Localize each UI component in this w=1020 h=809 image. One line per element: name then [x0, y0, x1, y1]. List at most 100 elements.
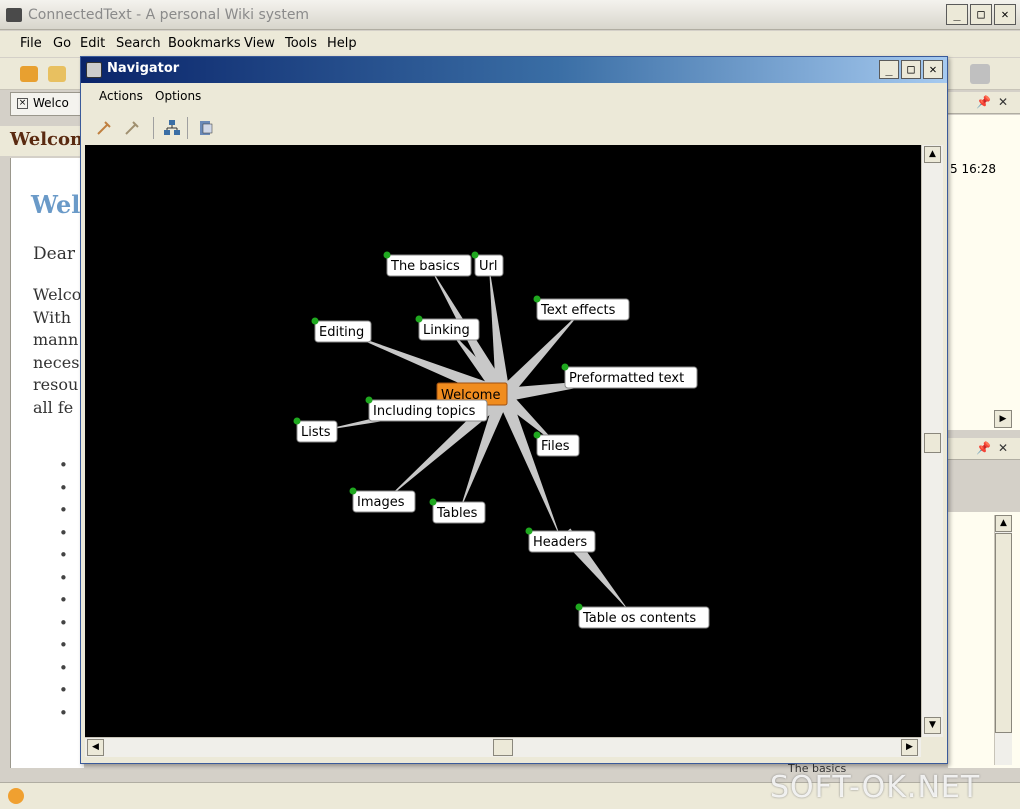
document-tab[interactable]: × Welco — [10, 92, 85, 116]
navigator-horizontal-scrollbar[interactable]: ◀ ▶ — [85, 737, 921, 757]
node-marker — [349, 487, 357, 495]
topic-content: Wel Dear Welco With mann neces resou all… — [10, 158, 84, 768]
list-item: • — [59, 568, 68, 587]
right-vertical-scrollbar[interactable]: ▲ — [994, 515, 1012, 765]
list-item: • — [59, 456, 68, 474]
node-marker — [533, 431, 541, 439]
list-item: • — [59, 546, 68, 564]
list-item: • — [59, 636, 68, 654]
scroll-down-arrow[interactable]: ▼ — [924, 717, 941, 734]
graph-node[interactable]: Editing — [311, 317, 372, 343]
export-icon[interactable] — [197, 119, 215, 137]
panel-close-icon[interactable]: ✕ — [998, 441, 1008, 455]
node-marker — [311, 317, 319, 325]
menu-options[interactable]: Options — [155, 89, 201, 103]
navigator-title-bar[interactable]: Navigator _ □ ✕ — [81, 57, 947, 83]
menu-bookmarks[interactable]: Bookmarks — [168, 36, 241, 51]
status-icon — [8, 788, 24, 804]
graph-node[interactable]: Linking — [415, 315, 480, 341]
zoom-in-icon[interactable] — [95, 119, 113, 137]
close-button[interactable]: ✕ — [994, 4, 1016, 25]
list-item: • — [59, 681, 68, 699]
graph-node[interactable]: Url — [471, 251, 504, 277]
graph-node[interactable]: Preformatted text — [561, 363, 698, 389]
maximize-button[interactable]: □ — [970, 4, 992, 25]
vertical-scroll-thumb[interactable] — [924, 433, 941, 453]
main-window-controls: _ □ ✕ — [946, 4, 1016, 25]
scroll-left-arrow[interactable]: ◀ — [87, 739, 104, 756]
node-marker — [471, 251, 479, 259]
menu-search[interactable]: Search — [116, 36, 161, 51]
node-marker — [561, 363, 569, 371]
graph-node[interactable]: The basics — [383, 251, 472, 277]
horizontal-scroll-thumb[interactable] — [493, 739, 513, 756]
pin-icon[interactable]: 📌 — [976, 441, 991, 455]
graph-nodes: WelcomeThe basics UrlText effectsEditing L… — [293, 251, 710, 629]
timestamp: 5 16:28 — [950, 162, 997, 176]
navigator-title: Navigator — [107, 61, 180, 76]
graph-node-label: Editing — [319, 325, 364, 340]
list-item: • — [59, 591, 68, 609]
menu-tools[interactable]: Tools — [285, 36, 317, 51]
graph-node[interactable]: Images — [349, 487, 416, 513]
graph-node-label: Tables — [436, 506, 478, 521]
menu-help[interactable]: Help — [327, 36, 357, 51]
scroll-up-arrow[interactable]: ▲ — [924, 146, 941, 163]
graph-canvas[interactable]: Welcome The basics Url Text effects Editing L… — [85, 145, 921, 737]
navigator-maximize-button[interactable]: □ — [901, 60, 921, 79]
panel-icon[interactable] — [970, 64, 990, 84]
navigator-minimize-button[interactable]: _ — [879, 60, 899, 79]
watermark: SOFT-OK.NET — [770, 770, 981, 805]
node-marker — [293, 417, 301, 425]
menu-go[interactable]: Go — [53, 36, 71, 51]
graph-node[interactable]: Lists — [293, 417, 338, 443]
main-window-title: ConnectedText - A personal Wiki system — [28, 7, 310, 23]
main-title-bar: ConnectedText - A personal Wiki system _… — [0, 0, 1020, 30]
navigator-menu-bar: Actions Options — [81, 85, 947, 109]
tab-close-icon[interactable]: × — [17, 98, 28, 109]
app-icon — [6, 8, 22, 22]
right-panel-header-bottom: 📌 ✕ — [948, 438, 1020, 460]
navigator-vertical-scrollbar[interactable]: ▲ ▼ — [921, 145, 943, 737]
graph-node-label: Images — [357, 495, 405, 510]
menu-file[interactable]: File — [20, 36, 42, 51]
main-menu-bar: File Go Edit Search Bookmarks View Tools… — [0, 31, 1020, 57]
graph-node-label: Url — [479, 259, 497, 274]
navigator-toolbar — [81, 111, 947, 143]
graph-node[interactable]: Text effects — [533, 295, 630, 321]
menu-actions[interactable]: Actions — [99, 89, 143, 103]
right-scroll-arrow[interactable]: ▶ — [994, 410, 1012, 428]
document-tab-label: Welco — [33, 96, 69, 110]
node-marker — [533, 295, 541, 303]
open-folder-icon[interactable] — [48, 66, 66, 82]
navigator-icon — [86, 62, 102, 78]
node-marker — [415, 315, 423, 323]
graph-node-label: Linking — [423, 323, 470, 338]
minimize-button[interactable]: _ — [946, 4, 968, 25]
new-topic-icon[interactable] — [20, 66, 38, 82]
graph-node-label: The basics — [390, 259, 460, 274]
zoom-out-icon[interactable] — [123, 119, 141, 137]
graph-node[interactable]: Table os contents — [575, 603, 710, 629]
navigator-window: Navigator _ □ ✕ Actions Options Welcome T… — [80, 56, 948, 764]
bullet-list: • • • • • • • • • • • • — [59, 454, 68, 724]
graph-node-label: Lists — [301, 425, 331, 440]
navigator-close-button[interactable]: ✕ — [923, 60, 943, 79]
graph-node[interactable]: Headers — [525, 527, 596, 553]
list-item: • — [59, 478, 68, 497]
graph-node[interactable]: Including topics — [365, 396, 488, 422]
graph-node-label: Including topics — [373, 404, 476, 419]
menu-edit[interactable]: Edit — [80, 36, 105, 51]
graph-node[interactable]: Tables — [429, 498, 486, 524]
hierarchy-icon[interactable] — [163, 119, 181, 137]
graph-node-label: Headers — [533, 535, 587, 550]
content-greeting: Dear — [33, 244, 75, 264]
pin-icon[interactable]: 📌 — [976, 95, 991, 109]
list-item: • — [59, 658, 68, 677]
topic-graph[interactable]: WelcomeThe basics UrlText effectsEditing L… — [85, 145, 921, 737]
panel-close-icon[interactable]: ✕ — [998, 95, 1008, 109]
scroll-right-arrow[interactable]: ▶ — [901, 739, 918, 756]
menu-view[interactable]: View — [244, 36, 275, 51]
graph-node-label: Text effects — [540, 303, 616, 318]
graph-node[interactable]: Files — [533, 431, 580, 457]
